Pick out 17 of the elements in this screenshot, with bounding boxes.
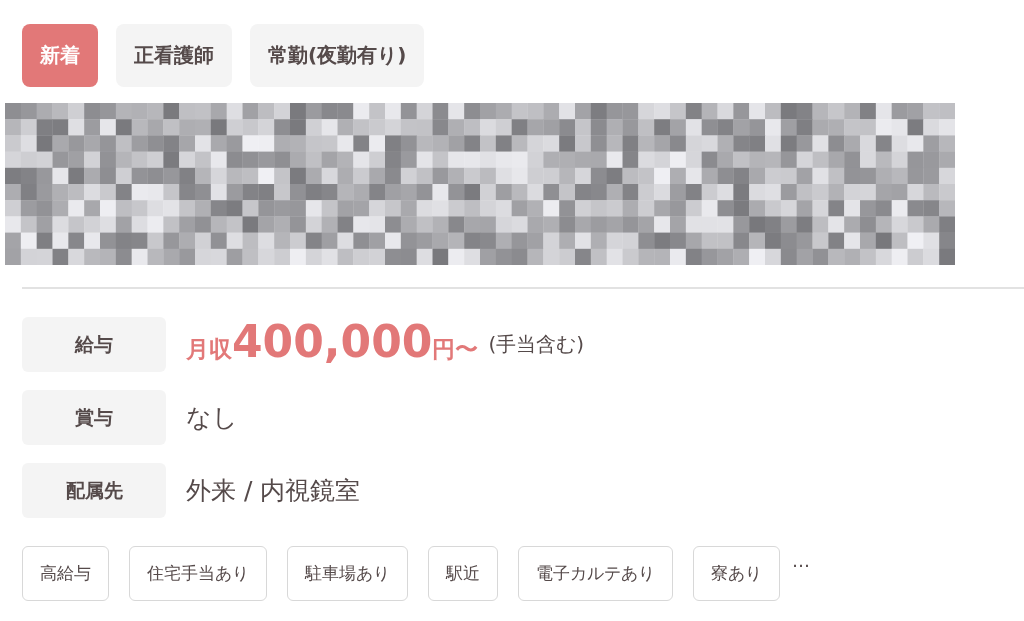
feature-tag: 高給与 xyxy=(22,546,109,601)
salary-amount: 月収400,000円〜 xyxy=(186,316,479,367)
field-label: 給与 xyxy=(22,317,166,372)
field-value: 外来 / 内視鏡室 xyxy=(186,475,361,507)
field-value: なし xyxy=(186,402,238,434)
field-label: 賞与 xyxy=(22,390,166,445)
feature-tag: 電子カルテあり xyxy=(518,546,673,601)
feature-tag: 住宅手当あり xyxy=(129,546,267,601)
category-tag: 正看護師 xyxy=(116,24,232,87)
feature-tag: 駐車場あり xyxy=(287,546,408,601)
category-tag: 常勤(夜勤有り) xyxy=(250,24,425,87)
new-badge: 新着 xyxy=(22,24,98,87)
feature-tag: 駅近 xyxy=(428,546,498,601)
more-ellipsis[interactable]: … xyxy=(792,550,810,571)
feature-tag: 寮あり xyxy=(693,546,780,601)
salary-note: (手当含む) xyxy=(488,331,584,358)
field-label: 配属先 xyxy=(22,463,166,518)
